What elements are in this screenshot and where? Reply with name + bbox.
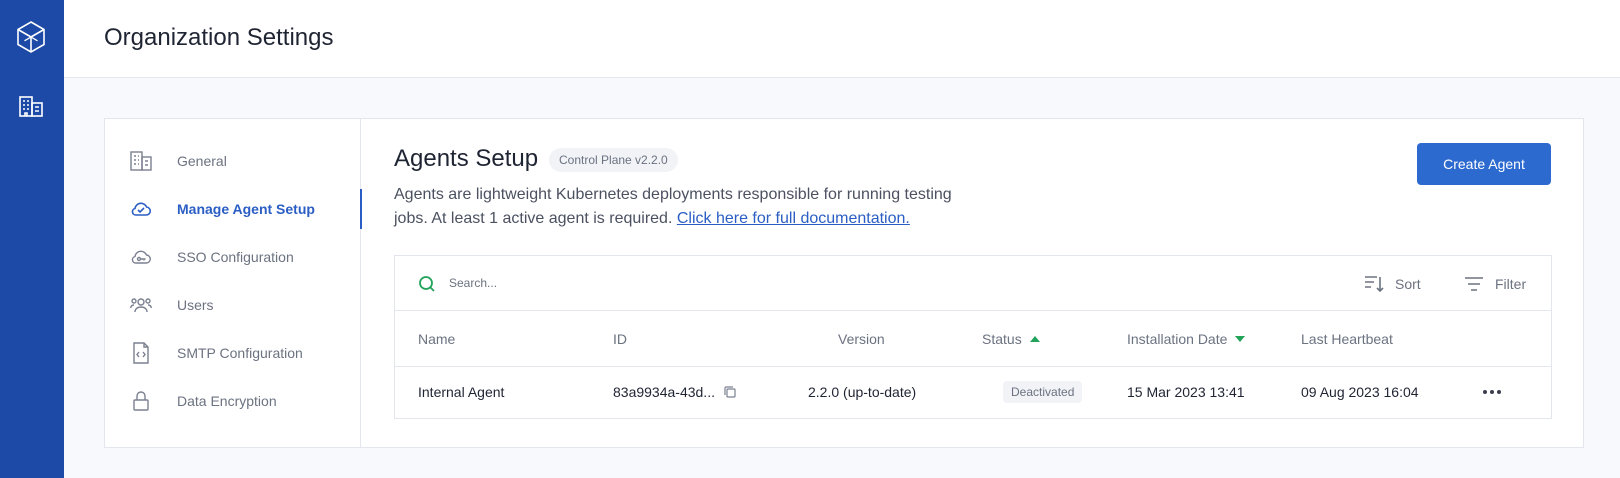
version-pill: Control Plane v2.2.0 [549, 148, 678, 172]
sort-button[interactable]: Sort [1363, 272, 1421, 296]
column-header-id[interactable]: ID [613, 331, 627, 347]
column-header-version[interactable]: Version [838, 331, 885, 347]
column-label: Name [418, 331, 456, 347]
column-header-last-heartbeat[interactable]: Last Heartbeat [1301, 331, 1393, 347]
sort-desc-icon [1235, 336, 1246, 342]
agents-table: Sort Filter Name ID Version Status Insta… [394, 255, 1552, 419]
cell-last-heartbeat: 09 Aug 2023 16:04 [1301, 384, 1419, 400]
sidebar-item-manage-agent-setup[interactable]: Manage Agent Setup [105, 189, 362, 229]
cell-name: Internal Agent [418, 384, 505, 400]
section-heading: Agents Setup [394, 145, 539, 172]
filter-label: Filter [1495, 276, 1527, 292]
create-agent-button[interactable]: Create Agent [1417, 143, 1551, 185]
search-input[interactable] [449, 272, 849, 294]
column-label: Status [982, 331, 1022, 347]
sidebar-item-label: General [177, 153, 227, 169]
filter-button[interactable]: Filter [1463, 272, 1526, 296]
cell-installation-date: 15 Mar 2023 13:41 [1127, 384, 1245, 400]
cloud-check-icon [131, 202, 152, 216]
sidebar-item-smtp-configuration[interactable]: SMTP Configuration [105, 333, 361, 373]
column-label: Version [838, 331, 885, 347]
sidebar-item-sso-configuration[interactable]: SSO Configuration [105, 237, 361, 277]
app-rail [0, 0, 64, 478]
documentation-link[interactable]: Click here for full documentation. [677, 210, 910, 227]
sidebar-item-label: SMTP Configuration [177, 345, 303, 361]
filter-icon [1465, 277, 1483, 291]
column-header-status[interactable]: Status [982, 331, 1040, 347]
page-title: Organization Settings [104, 24, 334, 51]
cloud-key-icon [131, 250, 151, 264]
sort-asc-icon [1029, 336, 1040, 342]
section-description: Agents are lightweight Kubernetes deploy… [394, 183, 964, 231]
more-options-icon[interactable] [1481, 385, 1503, 399]
sort-label: Sort [1395, 276, 1421, 292]
table-header: Name ID Version Status Installation Date… [395, 311, 1551, 367]
sidebar-item-users[interactable]: Users [105, 285, 361, 325]
sidebar-item-general[interactable]: General [105, 141, 361, 181]
copy-icon[interactable] [723, 385, 737, 399]
building-icon[interactable] [18, 94, 44, 118]
cell-version: 2.2.0 (up-to-date) [808, 384, 917, 400]
column-header-installation-date[interactable]: Installation Date [1127, 331, 1246, 347]
building-icon [130, 151, 152, 171]
lock-icon [133, 391, 149, 411]
column-label: Installation Date [1127, 331, 1228, 347]
users-icon [129, 298, 153, 313]
agent-id-text: 83a9934a-43d... [613, 384, 715, 400]
table-row[interactable]: Internal Agent 83a9934a-43d... 2.2.0 (up… [395, 367, 1551, 418]
status-badge: Deactivated [1003, 381, 1083, 403]
column-label: ID [613, 331, 627, 347]
settings-sidebar: General Manage Agent Setup SSO Configura… [105, 119, 362, 447]
table-toolbar: Sort Filter [395, 256, 1551, 311]
search-icon [419, 276, 435, 292]
top-bar: Organization Settings [64, 0, 1620, 78]
settings-panel: General Manage Agent Setup SSO Configura… [104, 118, 1584, 448]
sort-icon [1365, 276, 1384, 293]
agents-setup-section: Agents Setup Control Plane v2.2.0 Agents… [361, 119, 1583, 447]
hexagon-cube-logo-icon[interactable] [16, 20, 46, 54]
column-header-name[interactable]: Name [418, 331, 455, 347]
file-code-icon [133, 342, 149, 364]
sidebar-item-data-encryption[interactable]: Data Encryption [105, 381, 361, 421]
sidebar-item-label: SSO Configuration [177, 249, 294, 265]
sidebar-item-label: Data Encryption [177, 393, 277, 409]
cell-id: 83a9934a-43d... [613, 384, 737, 400]
column-label: Last Heartbeat [1301, 331, 1393, 347]
sidebar-item-label: Users [177, 297, 214, 313]
sidebar-item-label: Manage Agent Setup [177, 201, 315, 217]
